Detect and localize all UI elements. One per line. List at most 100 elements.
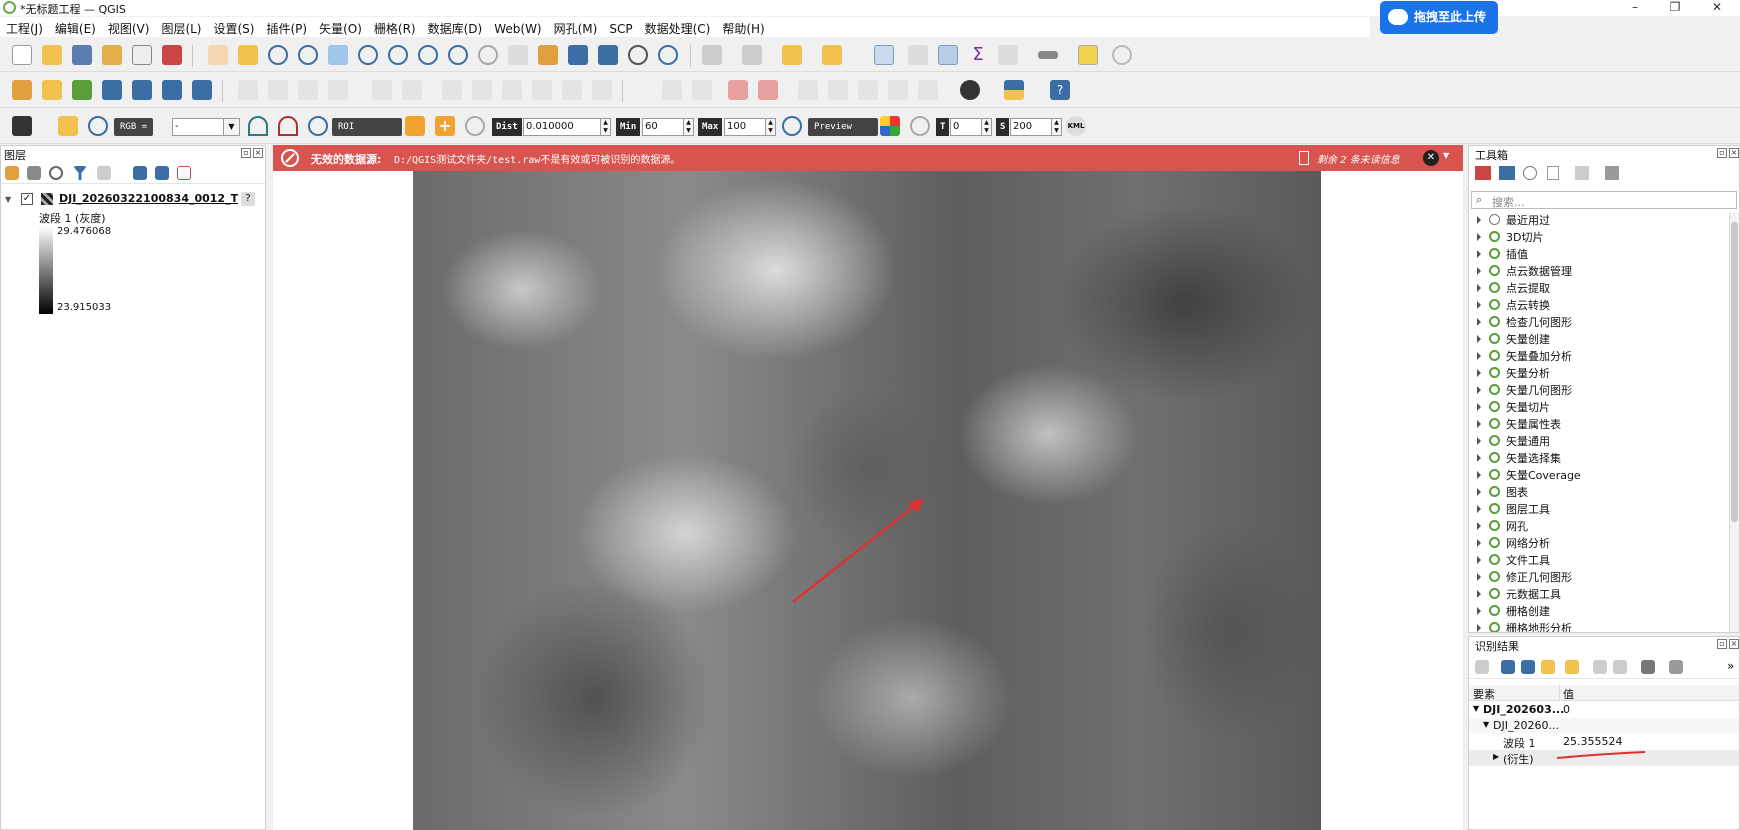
copy-icon[interactable] (502, 80, 522, 100)
toolbox-item[interactable]: 图层工具 (1469, 501, 1727, 518)
new-map-view-icon[interactable] (508, 45, 528, 65)
expand-arrow-icon[interactable] (1477, 301, 1481, 309)
dist-input[interactable]: 0.010000 (523, 118, 601, 136)
float-panel-button[interactable]: ▫ (241, 148, 251, 158)
identify-close-button[interactable]: × (1729, 639, 1739, 649)
identify-area-icon[interactable] (702, 45, 722, 65)
expand-arrow-icon[interactable] (1477, 505, 1481, 513)
modify-attributes-icon[interactable] (402, 80, 422, 100)
expand-arrow-icon[interactable] (1477, 352, 1481, 360)
add-wcs-icon[interactable] (132, 80, 152, 100)
toolbox-item[interactable]: 矢量几何图形 (1469, 382, 1727, 399)
toolbox-item[interactable]: 矢量创建 (1469, 331, 1727, 348)
redo-preview-icon[interactable] (910, 116, 930, 136)
identify-row[interactable]: 波段 1 25.355524 (1469, 734, 1739, 750)
expand-arrow-icon[interactable] (1477, 369, 1481, 377)
toolbox-item[interactable]: 检查几何图形 (1469, 314, 1727, 331)
error-menu-chevron-icon[interactable]: ▼ (1443, 151, 1449, 160)
min-spinner[interactable]: ▲ ▼ (684, 118, 694, 136)
toolbox-item[interactable]: 栅格地形分析 (1469, 620, 1727, 632)
layer-name[interactable]: DJI_20260322100834_0012_T (59, 192, 238, 205)
toolbox-item[interactable]: 最近用过 (1469, 212, 1727, 229)
identify-float-button[interactable]: ▫ (1717, 639, 1727, 649)
scripts-icon[interactable] (1499, 166, 1515, 180)
layer-visibility-checkbox[interactable]: ✓ (21, 193, 33, 205)
toolbox-item[interactable]: 矢量Coverage (1469, 467, 1727, 484)
style-manager-icon[interactable] (162, 45, 182, 65)
scp-band-icon[interactable] (278, 116, 298, 136)
add-xyz-icon[interactable] (162, 80, 182, 100)
s-spinner[interactable]: ▲ ▼ (1052, 118, 1062, 136)
toolbox-item[interactable]: 矢量通用 (1469, 433, 1727, 450)
toggle-edit-icon[interactable] (268, 80, 288, 100)
toolbox-item[interactable]: 栅格创建 (1469, 603, 1727, 620)
zoom-layer-icon[interactable] (388, 45, 408, 65)
save-as-icon[interactable] (102, 45, 122, 65)
zoom-selection-icon[interactable] (358, 45, 378, 65)
s-input[interactable]: 200 (1010, 118, 1052, 136)
add-raster-layer-icon[interactable] (42, 80, 62, 100)
measure-line-icon[interactable] (1038, 51, 1058, 59)
zoom-next-icon[interactable] (478, 45, 498, 65)
toolbox-item[interactable]: 文件工具 (1469, 552, 1727, 569)
zoom-out-icon[interactable] (298, 45, 318, 65)
max-spinner[interactable]: ▲ ▼ (766, 118, 776, 136)
toolbox-item[interactable]: 修正几何图形 (1469, 569, 1727, 586)
toolbox-item[interactable]: 元数据工具 (1469, 586, 1727, 603)
digitize-icon[interactable] (328, 80, 348, 100)
menu-scp[interactable]: SCP (603, 19, 638, 39)
label-abc-icon[interactable] (728, 80, 748, 100)
toolbox-search-input[interactable]: ⌕ 搜索... (1471, 191, 1737, 209)
field-calculator-icon[interactable] (998, 45, 1018, 65)
expand-arrow-icon[interactable] (1477, 437, 1481, 445)
expand-all-icon[interactable] (133, 166, 147, 180)
select-attribute-icon[interactable] (742, 45, 762, 65)
collapse-all-icon[interactable] (155, 166, 169, 180)
menu-view[interactable]: 视图(V) (102, 17, 156, 37)
redo-roi-icon[interactable] (465, 116, 485, 136)
toolbox-item[interactable]: 网络分析 (1469, 535, 1727, 552)
toolbox-item[interactable]: 点云数据管理 (1469, 263, 1727, 280)
pan-to-selection-icon[interactable] (238, 45, 258, 65)
expand-arrow-icon[interactable] (1477, 488, 1481, 496)
collapse-tree-icon[interactable] (1521, 660, 1535, 674)
close-button[interactable]: ✕ (1697, 0, 1737, 16)
open-folder-icon[interactable] (42, 45, 62, 65)
results-viewer-icon[interactable] (1547, 166, 1559, 180)
add-delimited-text-icon[interactable] (72, 80, 92, 100)
menu-mesh[interactable]: 网孔(M) (548, 17, 604, 37)
menu-settings[interactable]: 设置(S) (208, 17, 261, 37)
toolbox-item[interactable]: 点云提取 (1469, 280, 1727, 297)
menu-help[interactable]: 帮助(H) (716, 17, 770, 37)
expand-arrow-icon[interactable] (1477, 471, 1481, 479)
expand-arrow-icon[interactable] (1477, 250, 1481, 258)
error-list-icon[interactable] (1299, 151, 1309, 165)
expand-arrow-icon[interactable] (1477, 420, 1481, 428)
open-attribute-table-icon[interactable] (908, 45, 928, 65)
expand-arrow-icon[interactable] (1477, 539, 1481, 547)
print-results-icon[interactable] (1613, 660, 1627, 674)
identify-expand-icon[interactable] (1475, 660, 1489, 674)
toolbox-item[interactable]: 点云转换 (1469, 297, 1727, 314)
expand-arrow-icon[interactable] (1477, 454, 1481, 462)
expand-arrow-icon[interactable] (1477, 233, 1481, 241)
expand-arrow-icon[interactable] (1477, 318, 1481, 326)
add-group-icon[interactable] (27, 166, 41, 180)
error-close-icon[interactable]: ✕ (1423, 150, 1439, 166)
min-input[interactable]: 60 (642, 118, 684, 136)
toolbox-item[interactable]: 网孔 (1469, 518, 1727, 535)
new-project-icon[interactable] (12, 45, 32, 65)
toolbox-scrollbar[interactable] (1729, 212, 1739, 632)
error-remaining[interactable]: 剩余 2 条未读信息 (1317, 151, 1400, 166)
zoom-in-icon[interactable] (268, 45, 288, 65)
expand-tree-icon[interactable] (1501, 660, 1515, 674)
layers-stack-icon[interactable] (12, 116, 32, 136)
expand-arrow-icon[interactable] (1477, 216, 1481, 224)
help-icon[interactable]: ? (1050, 80, 1070, 100)
add-vector-layer-icon[interactable] (12, 80, 32, 100)
undo-icon[interactable] (562, 80, 582, 100)
expand-arrow-icon[interactable] (1477, 556, 1481, 564)
clear-results-icon[interactable] (1565, 660, 1579, 674)
globe-icon[interactable] (960, 80, 980, 100)
menu-web[interactable]: Web(W) (488, 19, 547, 39)
